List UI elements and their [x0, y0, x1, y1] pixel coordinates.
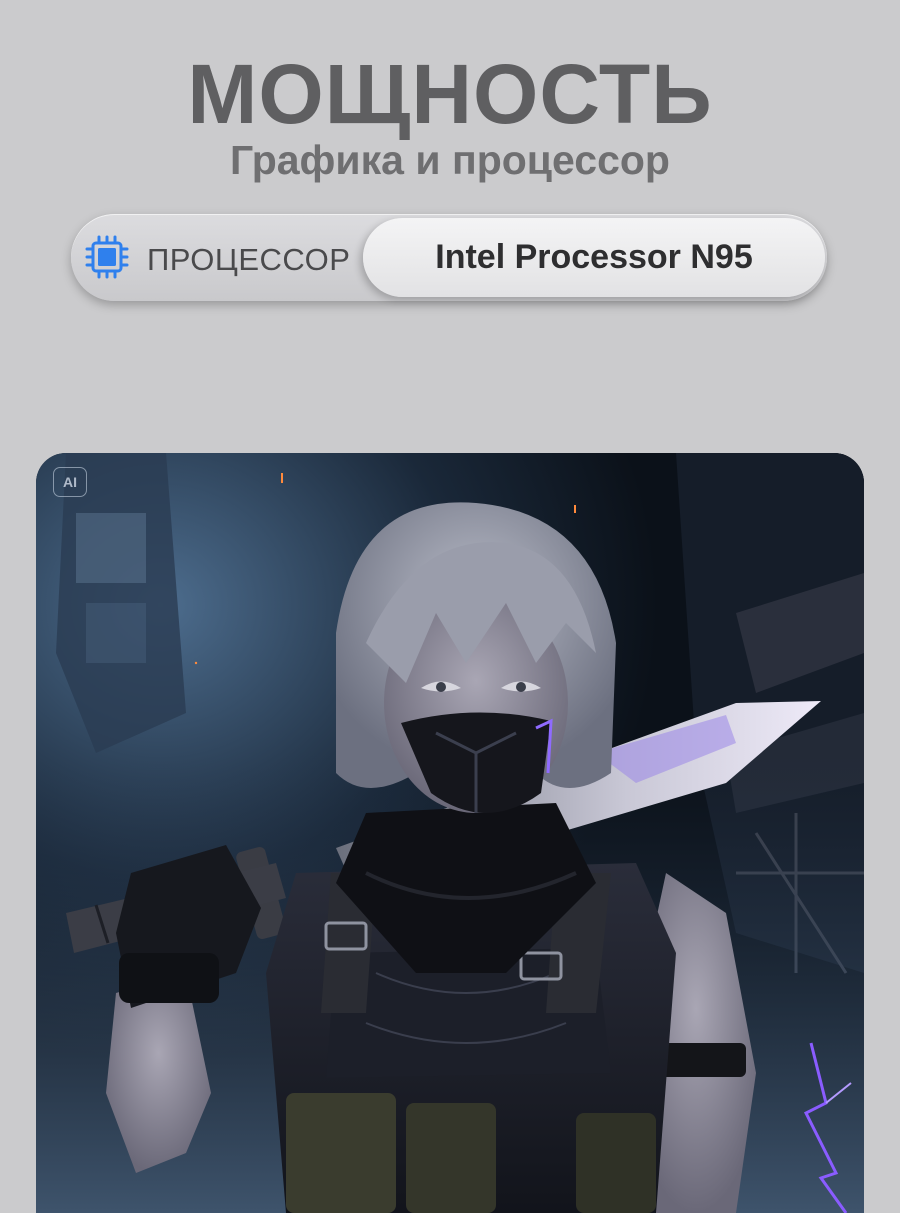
page-subtitle: Графика и процессор [230, 137, 670, 183]
spec-row-processor: ПРОЦЕССОР Intel Processor N95 [71, 214, 827, 301]
spec-label: ПРОЦЕССОР [147, 242, 351, 277]
ninja-illustration [36, 453, 864, 1213]
spec-value: Intel Processor N95 [435, 238, 753, 276]
hero-artwork: AI [36, 453, 864, 1213]
ai-badge: AI [53, 467, 87, 497]
page-title: МОЩНОСТЬ [187, 47, 713, 141]
spec-value-box: Intel Processor N95 [363, 218, 825, 297]
cpu-icon [85, 235, 129, 279]
